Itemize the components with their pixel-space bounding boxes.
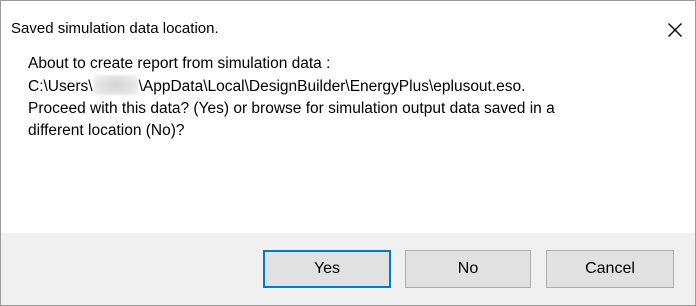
message-line-4: different location (No)? (28, 122, 185, 139)
path-suffix: \AppData\Local\DesignBuilder\EnergyPlus\… (138, 78, 526, 95)
cancel-button[interactable]: Cancel (546, 250, 674, 288)
message-line-1: About to create report from simulation d… (28, 55, 331, 72)
path-prefix: C:\Users\ (28, 78, 93, 95)
close-icon (668, 23, 682, 37)
no-button[interactable]: No (405, 250, 531, 288)
button-bar: Yes No Cancel (1, 233, 695, 305)
redacted-username (93, 75, 138, 95)
title-bar[interactable]: Saved simulation data location. (1, 1, 695, 37)
dialog-window: Saved simulation data location. About to… (0, 0, 696, 306)
yes-button[interactable]: Yes (263, 250, 391, 288)
close-button[interactable] (655, 16, 695, 44)
message-line-3: Proceed with this data? (Yes) or browse … (28, 100, 555, 117)
dialog-title: Saved simulation data location. (11, 20, 219, 37)
message-line-2: C:\Users\ \AppData\Local\DesignBuilder\En… (28, 75, 668, 98)
dialog-message: About to create report from simulation d… (28, 53, 668, 142)
